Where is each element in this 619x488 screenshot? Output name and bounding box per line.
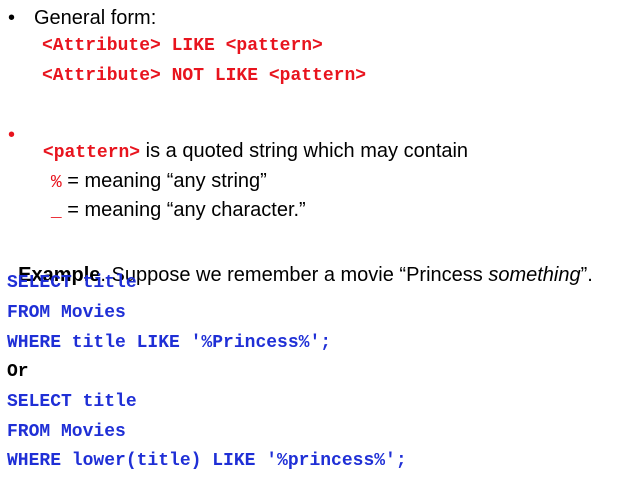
like-form: <Attribute> LIKE <pattern> (42, 36, 323, 56)
underscore-text: = meaning “any character.” (61, 199, 306, 221)
not-like-form: <Attribute> NOT LIKE <pattern> (42, 66, 367, 86)
query2-line-from: FROM Movies (7, 422, 126, 442)
query1-line-where: WHERE title LIKE '%Princess%'; (7, 333, 332, 353)
example-text-after: ”. (580, 264, 593, 286)
example-text-italic: something (488, 264, 581, 286)
or-separator: Or (7, 362, 29, 382)
bullet-general-form: • (8, 7, 16, 29)
general-form-heading: General form: (34, 7, 157, 29)
query1-line-select: SELECT title (7, 273, 137, 293)
query1-line-from: FROM Movies (7, 303, 126, 323)
underscore-wildcard: _ = meaning “any character.” (42, 184, 306, 221)
example-text-before: . Suppose we remember a movie “Princess (100, 264, 489, 286)
query2-line-select: SELECT title (7, 392, 137, 412)
query2-line-where: WHERE lower(title) LIKE '%princess%'; (7, 451, 407, 471)
bullet-pattern: • (8, 124, 16, 146)
underscore-symbol: _ (50, 202, 62, 222)
